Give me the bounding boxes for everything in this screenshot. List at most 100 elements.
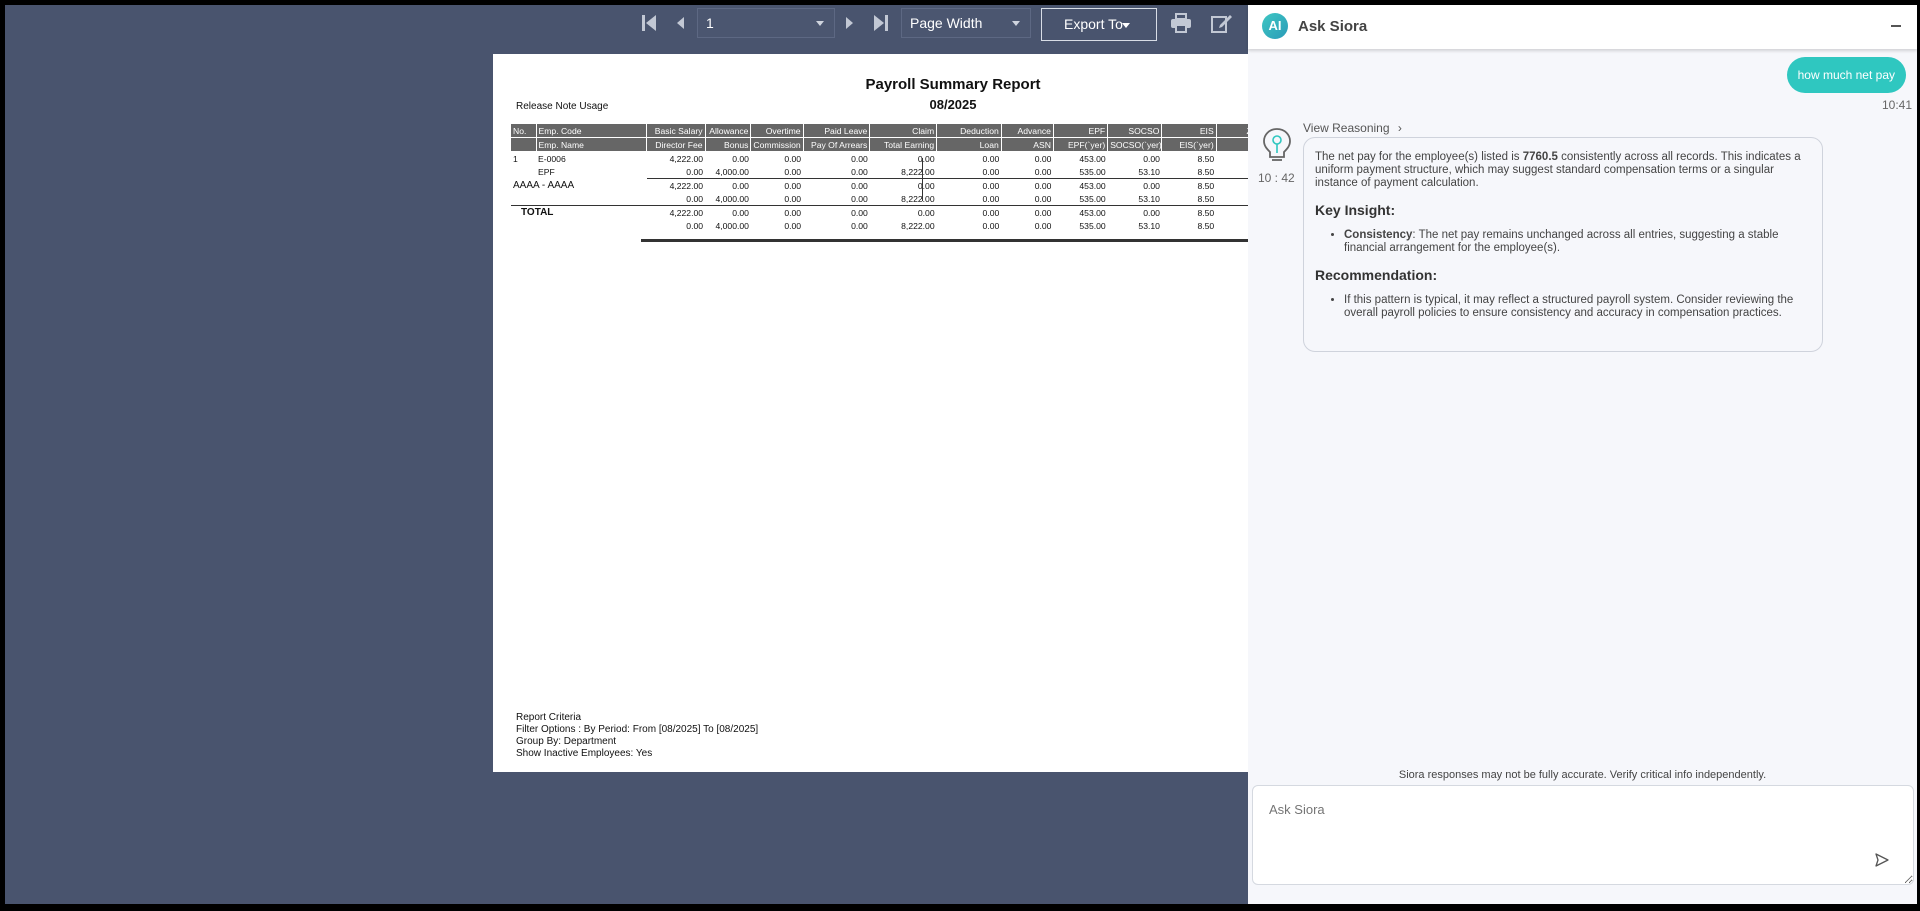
total-underline xyxy=(641,239,1253,242)
next-page-icon[interactable] xyxy=(845,14,855,32)
table-cell: 0.00 xyxy=(936,205,1002,219)
ai-logo: AI xyxy=(1262,13,1288,39)
last-page-icon[interactable] xyxy=(873,14,889,32)
minimize-icon[interactable] xyxy=(1891,25,1901,27)
table-cell: 8.50 xyxy=(1161,178,1217,192)
table-cell: 0.00 xyxy=(732,153,749,164)
criteria-line: Group By: Department xyxy=(516,736,617,747)
table-cell: 0.00 xyxy=(784,220,802,231)
table-cell: Loan xyxy=(936,137,1002,152)
table-cell: 453.00 xyxy=(1053,205,1108,219)
insight-heading: Key Insight: xyxy=(1315,202,1396,218)
table-cell xyxy=(511,192,536,206)
export-button[interactable]: Export To xyxy=(1041,8,1157,41)
table-cell: 8,222.00 xyxy=(901,193,935,204)
table-cell: 0.00 xyxy=(686,220,704,231)
table-cell: Advance xyxy=(1001,124,1054,138)
table-cell: 453.00 xyxy=(1053,178,1108,192)
page-number-select[interactable]: 1 xyxy=(697,8,835,38)
payroll-table: No. Emp. Code Basic Salary Allowance Overtim… xyxy=(511,124,1253,232)
release-note-label: Release Note Usage xyxy=(516,101,609,112)
table-cell: 0.00 xyxy=(705,205,751,219)
table-cell: 0.00 xyxy=(851,153,868,164)
table-cell: 0.00 xyxy=(936,178,1002,192)
table-header-row: No. Emp. Code Basic Salary Allowance Overtim… xyxy=(511,124,1253,138)
table-cell: EPF(`yer) xyxy=(1053,137,1109,152)
answer-text: The net pay for the employee(s) listed i… xyxy=(1315,151,1801,189)
table-cell: 0.00 xyxy=(784,153,802,164)
table-cell: TOTAL xyxy=(511,205,647,219)
table-cell: Deduction xyxy=(936,124,1002,138)
table-cell: 0.00 xyxy=(1034,220,1052,231)
table-cell: Emp. Code xyxy=(536,124,648,138)
view-reasoning-link[interactable]: View Reasoning › xyxy=(1303,121,1402,135)
table-row: AAAA - AAAA 4,222.00 0.00 0.00 0.00 0.00 0.00 0… xyxy=(511,178,1253,192)
table-cell xyxy=(511,137,537,152)
page-number-value: 1 xyxy=(706,15,714,31)
table-cell: Allowance xyxy=(705,124,752,138)
table-cell: 0.00 xyxy=(917,153,935,164)
criteria-line: Filter Options : By Period: From [08/202… xyxy=(516,724,759,735)
send-icon[interactable] xyxy=(1875,853,1889,872)
table-cell: 0.00 xyxy=(1001,205,1054,219)
chat-header: AI Ask Siora xyxy=(1248,5,1917,49)
table-cell: 8,222.00 xyxy=(901,166,935,177)
recommendation-heading: Recommendation: xyxy=(1315,267,1438,283)
table-cell: 0.00 xyxy=(851,193,868,204)
bot-message-time: 10 : 42 xyxy=(1258,171,1295,185)
table-cell: 0.00 xyxy=(803,178,870,192)
table-cell: 8.50 xyxy=(1161,205,1217,219)
user-message: how much net pay xyxy=(1786,57,1906,93)
table-cell: EIS(`yer) xyxy=(1161,137,1217,152)
table-cell: 53.10 xyxy=(1138,166,1160,177)
table-cell: 535.00 xyxy=(1079,220,1106,231)
report-viewer: 1 Page Width Export To Payroll Summary R… xyxy=(5,5,1917,904)
table-cell: 4,222.00 xyxy=(646,205,706,219)
first-page-icon[interactable] xyxy=(641,14,657,32)
table-cell: 8.50 xyxy=(1197,220,1215,231)
table-cell xyxy=(536,192,647,206)
table-header-row: Emp. Name Director Fee Bonus Commission Pay … xyxy=(511,137,1253,152)
edit-icon[interactable] xyxy=(1211,13,1233,33)
zoom-select[interactable]: Page Width xyxy=(901,8,1031,38)
table-cell: E-0006 xyxy=(538,153,566,164)
table-cell: Commission xyxy=(750,137,804,152)
table-cell: 8.50 xyxy=(1197,193,1215,204)
table-cell: 0.00 xyxy=(1143,153,1160,164)
table-cell: 1 xyxy=(513,153,518,164)
table-cell: 53.10 xyxy=(1138,220,1160,231)
report-title: Payroll Summary Report xyxy=(865,76,1041,93)
list-item: Consistency: The net pay remains unchang… xyxy=(1344,229,1811,255)
chat-input[interactable] xyxy=(1252,785,1914,885)
table-cell xyxy=(511,219,536,232)
table-cell: 0.00 xyxy=(803,205,870,219)
print-icon[interactable] xyxy=(1170,13,1192,33)
table-cell: 8.50 xyxy=(1197,166,1215,177)
table-cell: 0.00 xyxy=(851,220,868,231)
table-divider xyxy=(922,158,923,201)
table-cell: 0.00 xyxy=(750,178,804,192)
table-cell: ASN xyxy=(1001,137,1054,152)
table-cell: 0.00 xyxy=(784,193,802,204)
table-cell xyxy=(536,219,647,232)
disclaimer-text: Siora responses may not be fully accurat… xyxy=(1398,769,1767,781)
table-cell: 4,000.00 xyxy=(715,193,749,204)
table-cell: EPF xyxy=(1053,124,1109,138)
table-cell: SOCSO(`yer) xyxy=(1107,137,1163,152)
table-cell: 0.00 xyxy=(982,153,1000,164)
table-cell: SOCSO xyxy=(1107,124,1163,138)
table-cell: 4,222.00 xyxy=(646,178,706,192)
table-cell: 0.00 xyxy=(1034,193,1052,204)
table-cell: 8,222.00 xyxy=(901,220,935,231)
table-cell: AAAA - AAAA xyxy=(513,179,575,191)
chevron-down-icon xyxy=(1122,23,1130,28)
table-cell: 0.00 xyxy=(869,178,937,192)
prev-page-icon[interactable] xyxy=(675,14,685,32)
table-cell: 453.00 xyxy=(1079,153,1106,164)
table-cell: 0.00 xyxy=(686,166,704,177)
table-cell: 53.10 xyxy=(1138,193,1160,204)
table-cell: 0.00 xyxy=(1107,205,1162,219)
viewer-toolbar: 1 Page Width Export To xyxy=(5,5,1255,45)
table-row: TOTAL 4,222.00 0.00 0.00 0.00 0.00 0.00 0.00 453… xyxy=(511,205,1253,219)
table-cell: 0.00 xyxy=(1107,178,1162,192)
